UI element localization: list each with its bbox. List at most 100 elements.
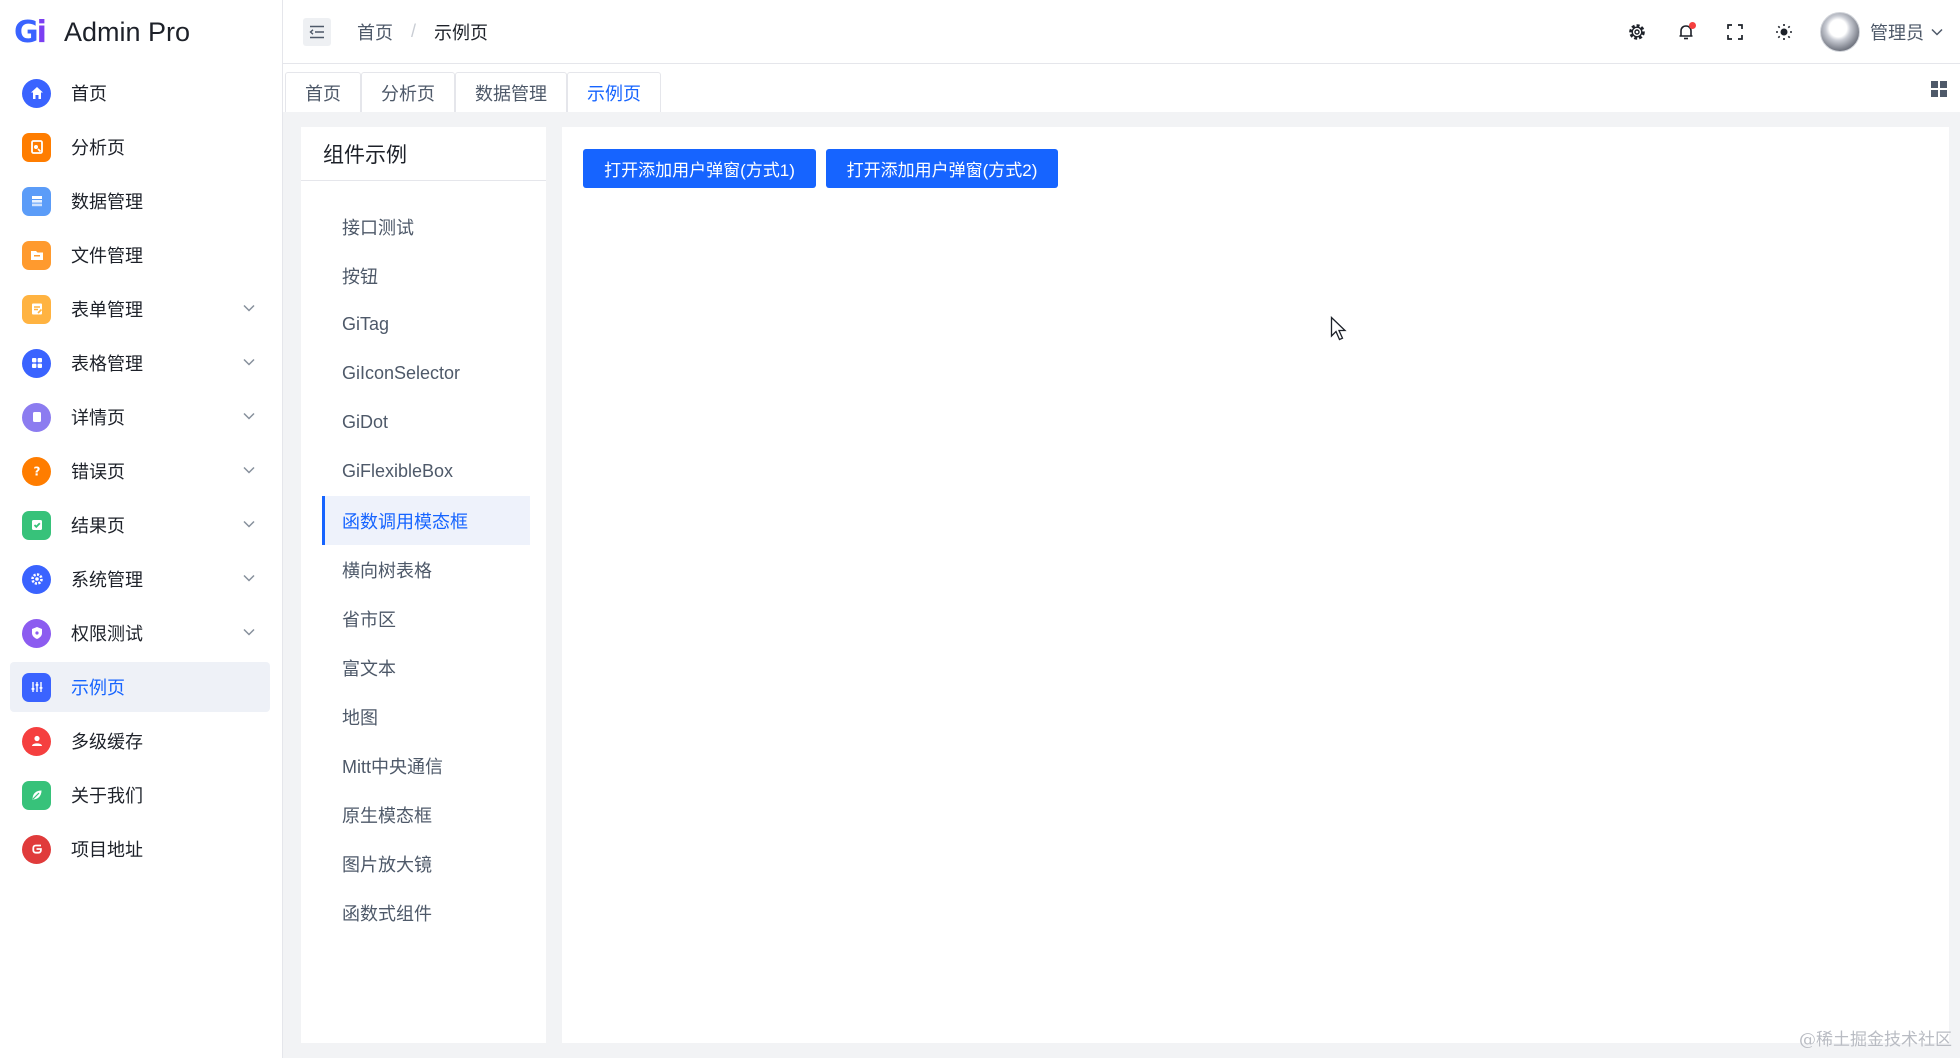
logo-icon: Gi [14,14,47,50]
chevron-down-icon[interactable] [1930,25,1944,39]
tab-examples[interactable]: 示例页 [567,72,661,112]
component-item-rich-text[interactable]: 富文本 [322,643,530,692]
fullscreen-icon [1726,24,1743,40]
sidebar-item-label: 数据管理 [71,192,143,212]
sidebar-item-home[interactable]: 首页 [10,68,270,118]
component-item-region-selector[interactable]: 省市区 [322,594,530,643]
sidebar-item-label: 首页 [71,84,107,104]
breadcrumb: 首页 / 示例页 [357,19,488,45]
sidebar-item-permission[interactable]: 权限测试 [10,608,270,658]
chevron-down-icon [243,520,255,528]
grid-menu-icon[interactable] [1930,80,1948,98]
sidebar-item-project[interactable]: 项目地址 [10,824,270,874]
sidebar-item-examples[interactable]: 示例页 [10,662,270,712]
fullscreen-button[interactable] [1710,12,1759,52]
sidebar-item-about[interactable]: 关于我们 [10,770,270,820]
theme-toggle-button[interactable] [1759,12,1808,52]
panel-title: 组件示例 [301,127,546,181]
sidebar-item-label: 项目地址 [71,840,143,860]
component-item-image-magnifier[interactable]: 图片放大镜 [322,839,530,888]
sidebar-item-data[interactable]: 数据管理 [10,176,270,226]
demo-panel: 打开添加用户弹窗(方式1) 打开添加用户弹窗(方式2) [562,127,1949,1043]
page-tabs: 首页 分析页 数据管理 示例页 [283,64,1960,112]
sliders-icon [22,672,51,702]
sidebar-item-label: 示例页 [71,678,125,698]
sidebar-item-label: 多级缓存 [71,732,143,752]
error-icon: ? [22,456,51,486]
component-item-gitag[interactable]: GiTag [322,300,530,349]
sidebar-item-label: 文件管理 [71,246,143,266]
chevron-down-icon [243,574,255,582]
detail-icon [22,402,51,432]
sidebar-menu: 首页 分析页 数据管理 文件管理 表单管理 表格管理 详情页 ? 错误页 结果页… [0,68,282,874]
tab-analysis[interactable]: 分析页 [361,72,455,112]
watermark: @稀土掘金技术社区 [1799,1030,1952,1050]
sidebar-item-result[interactable]: 结果页 [10,500,270,550]
component-item-horizontal-tree-table[interactable]: 横向树表格 [322,545,530,594]
component-item-function-modal[interactable]: 函数调用模态框 [322,496,530,545]
component-list: 接口测试 按钮 GiTag GiIconSelector GiDot GiFle… [301,202,546,937]
sidebar-item-tables[interactable]: 表格管理 [10,338,270,388]
component-item-functional-component[interactable]: 函数式组件 [322,888,530,937]
component-menu-panel: 组件示例 接口测试 按钮 GiTag GiIconSelector GiDot … [301,127,546,1043]
gear-icon [1628,24,1645,40]
tab-home[interactable]: 首页 [285,72,361,112]
chevron-down-icon [243,412,255,420]
form-icon [22,294,51,324]
sidebar-item-files[interactable]: 文件管理 [10,230,270,280]
component-item-native-modal[interactable]: 原生模态框 [322,790,530,839]
sidebar-item-label: 表单管理 [71,300,143,320]
component-item-api-test[interactable]: 接口测试 [322,202,530,251]
open-add-user-modal-2-button[interactable]: 打开添加用户弹窗(方式2) [826,149,1058,188]
top-header: 首页 / 示例页 管理员 [283,0,1960,64]
home-icon [22,78,51,108]
gitee-icon [22,834,51,864]
sidebar-item-analysis[interactable]: 分析页 [10,122,270,172]
analysis-icon [22,132,51,162]
sun-icon [1775,24,1792,40]
svg-text:?: ? [33,465,40,479]
sidebar-item-system[interactable]: 系统管理 [10,554,270,604]
sidebar-item-label: 权限测试 [71,624,143,644]
header-actions: 管理员 [1612,0,1960,64]
avatar[interactable] [1820,12,1860,52]
sidebar-item-label: 结果页 [71,516,125,536]
component-item-mitt[interactable]: Mitt中央通信 [322,741,530,790]
chevron-down-icon [243,304,255,312]
app-title: Admin Pro [64,16,191,47]
menu-fold-icon [309,25,324,38]
sidebar-item-error[interactable]: ? 错误页 [10,446,270,496]
component-item-map[interactable]: 地图 [322,692,530,741]
notification-button[interactable] [1661,12,1710,52]
sidebar: Gi Admin Pro 首页 分析页 数据管理 文件管理 表单管理 表格管理 … [0,0,283,1058]
user-icon [22,726,51,756]
sidebar-item-label: 错误页 [71,462,125,482]
mouse-cursor-icon [1330,316,1347,341]
sidebar-item-detail[interactable]: 详情页 [10,392,270,442]
content-area: 组件示例 接口测试 按钮 GiTag GiIconSelector GiDot … [283,112,1960,1058]
settings-button[interactable] [1612,12,1661,52]
tab-data[interactable]: 数据管理 [455,72,567,112]
component-item-giflexiblebox[interactable]: GiFlexibleBox [322,447,530,496]
breadcrumb-current: 示例页 [434,22,489,43]
component-item-button[interactable]: 按钮 [322,251,530,300]
table-icon [22,348,51,378]
chevron-down-icon [243,628,255,636]
user-name[interactable]: 管理员 [1870,19,1924,45]
component-item-giiconselector[interactable]: GiIconSelector [322,349,530,398]
database-icon [22,186,51,216]
settings-icon [22,564,51,594]
app-logo[interactable]: Gi Admin Pro [0,0,282,64]
open-add-user-modal-1-button[interactable]: 打开添加用户弹窗(方式1) [583,149,816,188]
shield-icon [22,618,51,648]
breadcrumb-separator: / [411,21,417,41]
sidebar-item-label: 详情页 [71,408,125,428]
folder-icon [22,240,51,270]
breadcrumb-home-link[interactable]: 首页 [357,19,393,45]
menu-collapse-button[interactable] [303,17,331,46]
sidebar-item-cache[interactable]: 多级缓存 [10,716,270,766]
sidebar-item-forms[interactable]: 表单管理 [10,284,270,334]
sidebar-item-label: 系统管理 [71,570,143,590]
chevron-down-icon [243,358,255,366]
component-item-gidot[interactable]: GiDot [322,398,530,447]
